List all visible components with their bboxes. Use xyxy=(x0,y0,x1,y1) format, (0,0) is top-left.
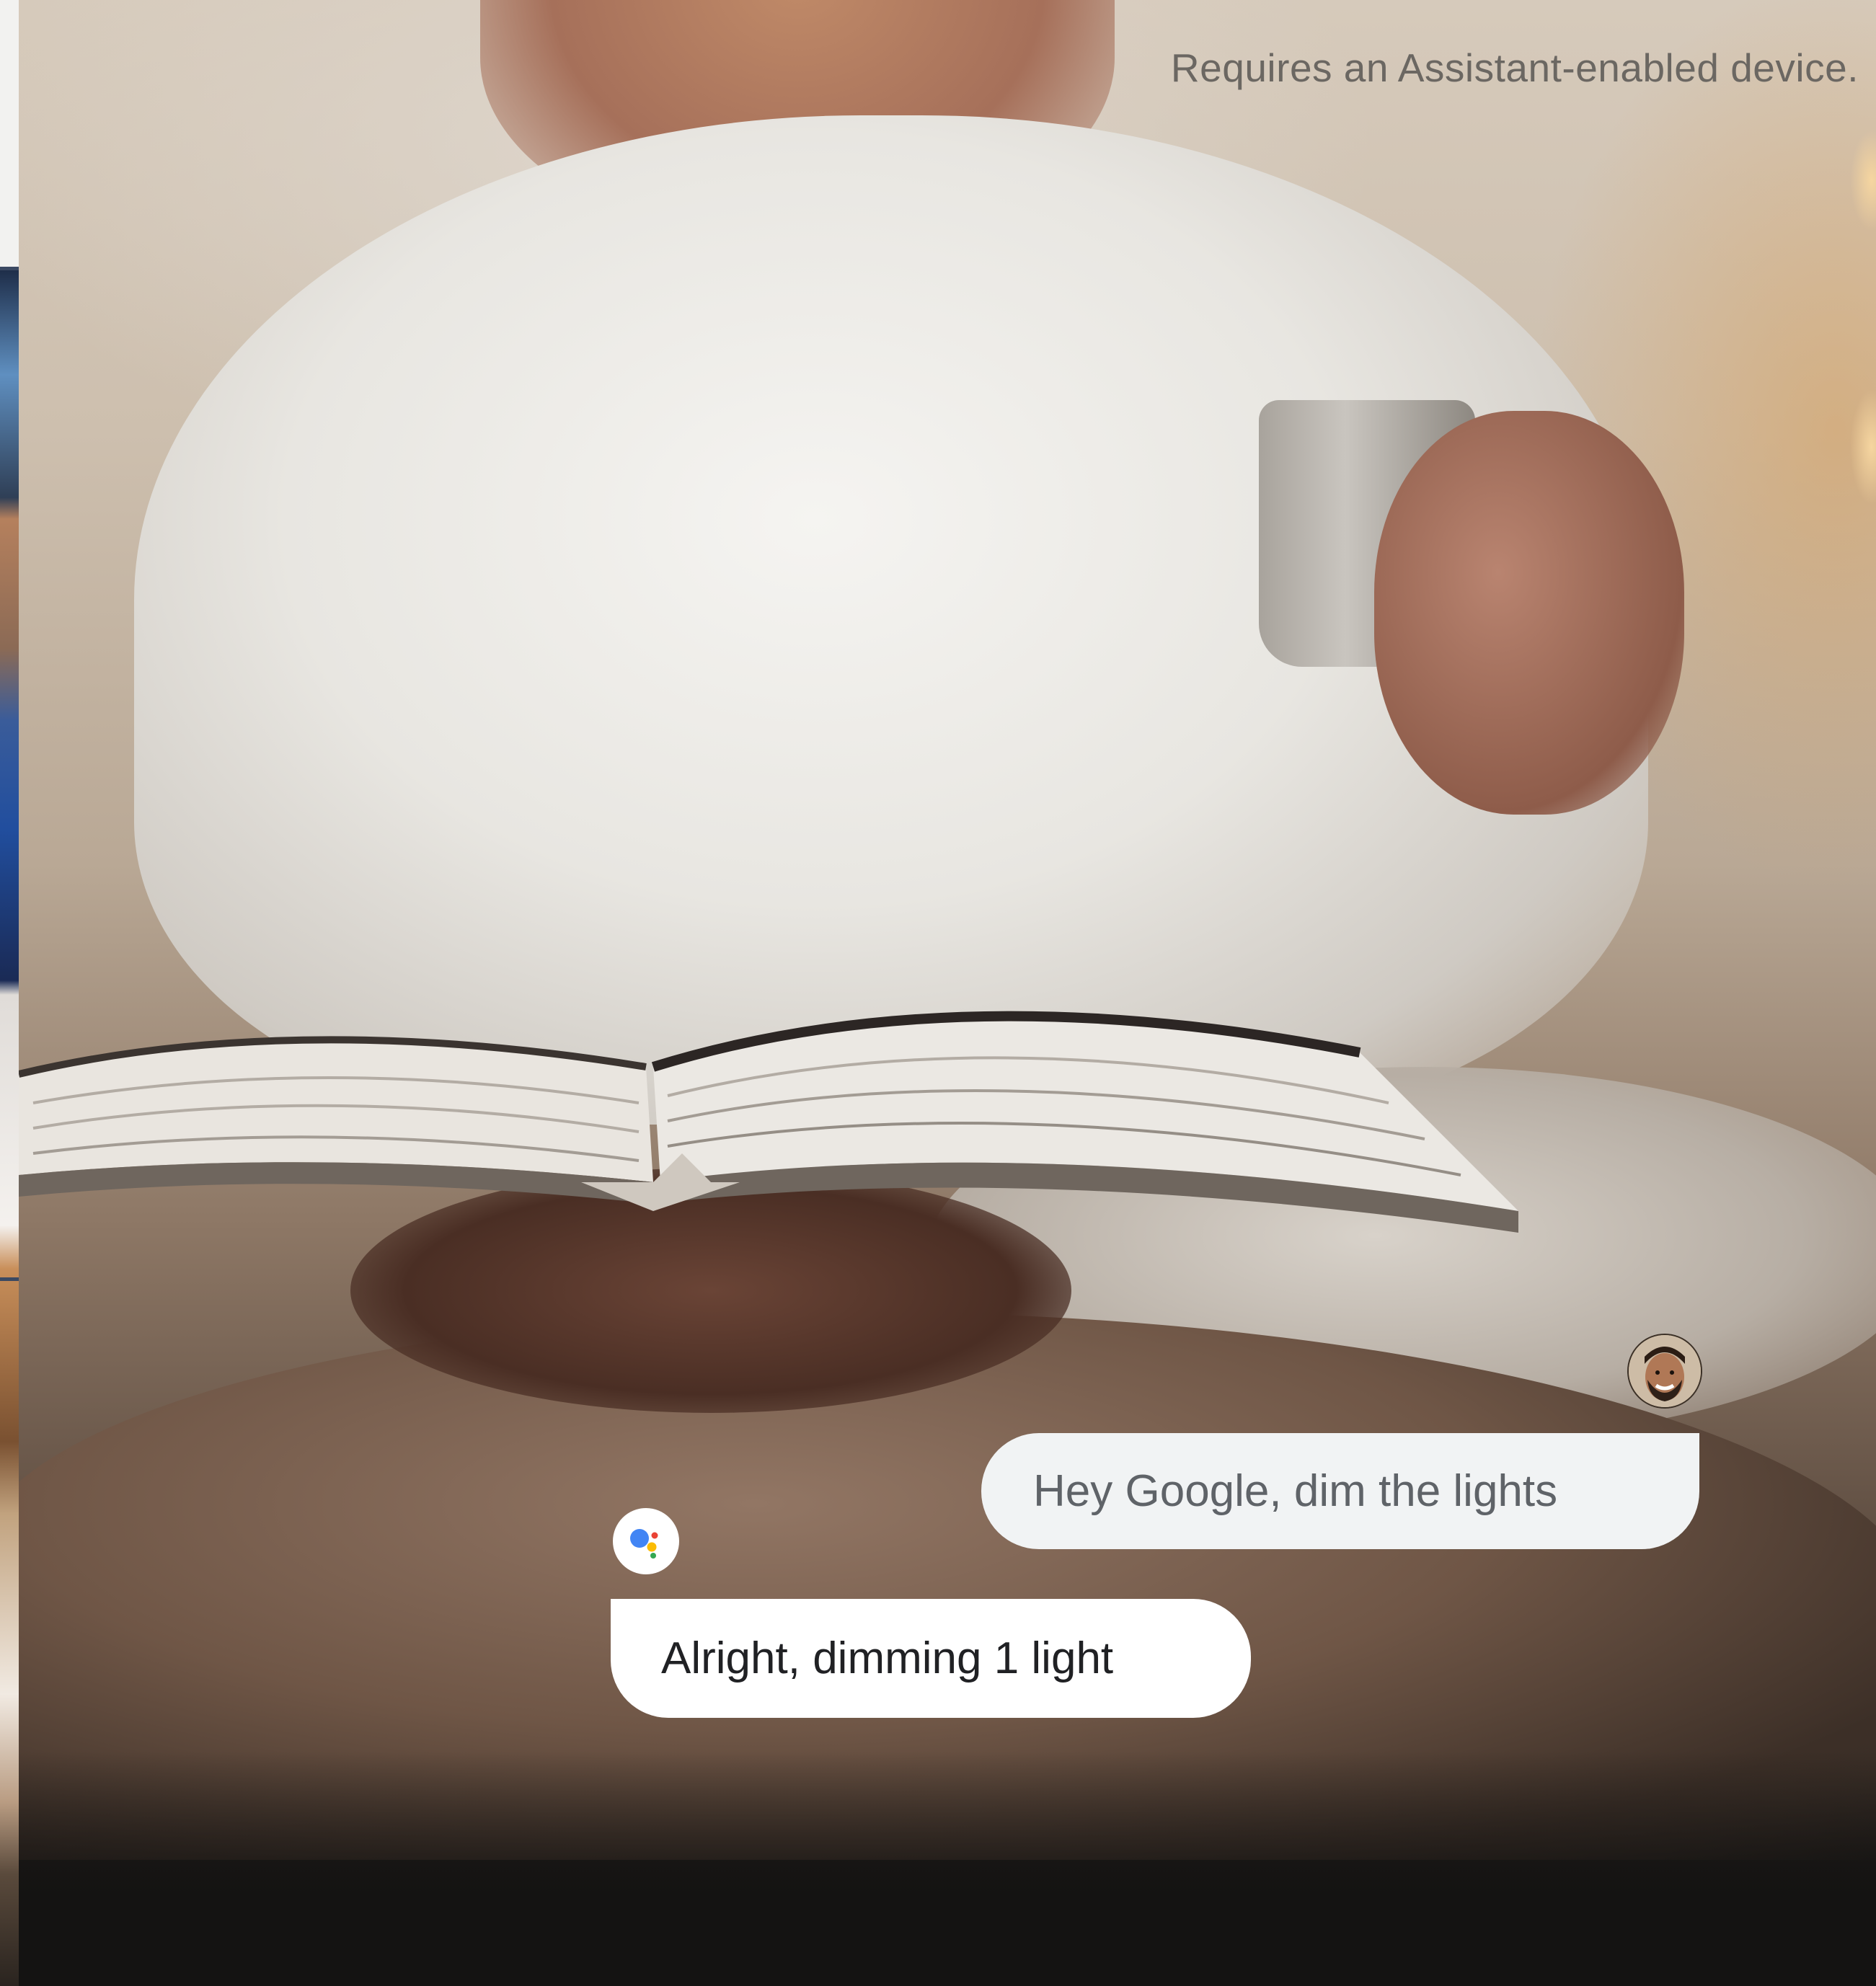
slide-divider xyxy=(0,1277,19,1281)
user-query-bubble: Hey Google, dim the lights xyxy=(981,1433,1699,1549)
slide-divider xyxy=(0,267,19,270)
google-assistant-icon xyxy=(613,1508,679,1574)
lamp-glow xyxy=(1850,130,1876,231)
assistant-response-bubble: Alright, dimming 1 light xyxy=(611,1599,1251,1718)
user-avatar-photo-icon xyxy=(1629,1335,1701,1407)
previous-slide-edge[interactable] xyxy=(0,0,19,1986)
hero-slide: Requires an Assistant-enabled device. He… xyxy=(0,0,1876,1986)
lamp-glow xyxy=(1850,389,1876,505)
user-query-text: Hey Google, dim the lights xyxy=(1033,1466,1558,1516)
assistant-response-text: Alright, dimming 1 light xyxy=(661,1633,1114,1683)
open-book xyxy=(19,1011,1518,1233)
bottom-gradient xyxy=(19,1752,1876,1986)
hand-holding-mug xyxy=(1374,411,1684,815)
user-avatar xyxy=(1627,1334,1702,1409)
assistant-device-disclaimer: Requires an Assistant-enabled device. xyxy=(1170,45,1859,90)
